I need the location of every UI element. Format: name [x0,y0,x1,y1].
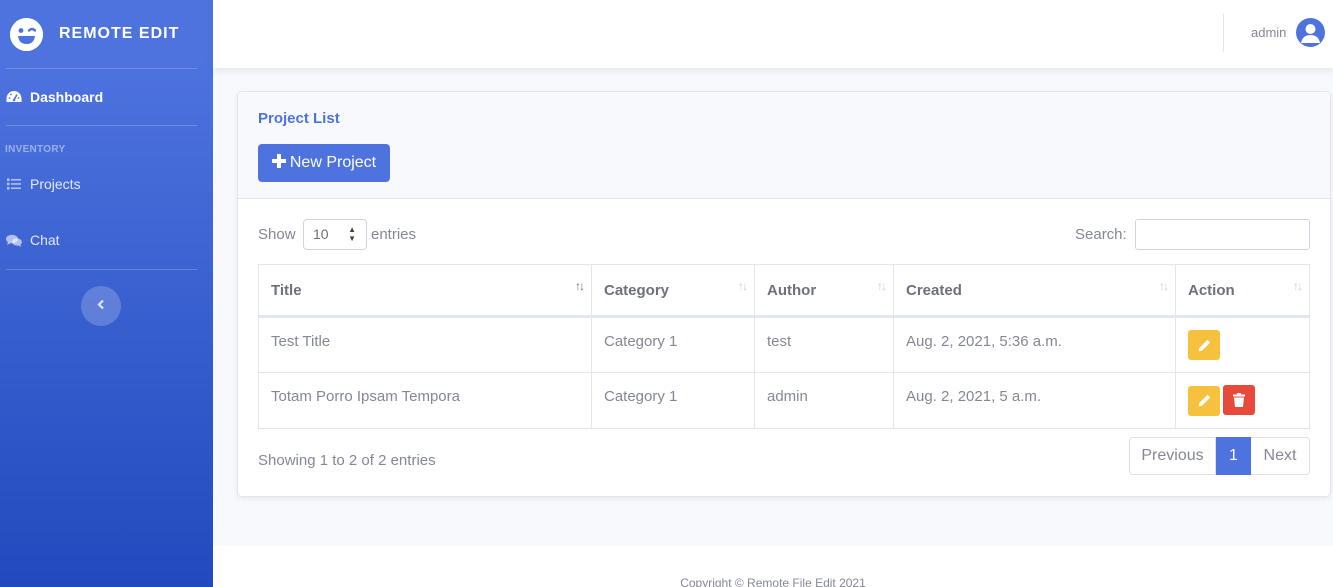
pagination: Previous 1 Next [1129,437,1310,475]
sidebar-toggle-button[interactable] [81,286,121,326]
cell-action [1175,316,1310,373]
card-title: Project List [258,110,340,127]
trash-icon [1233,393,1245,407]
sidebar-heading-wrap: INVENTORY [0,126,213,173]
cell-author: test [754,316,894,373]
sidebar-item-chat[interactable]: Chat [0,229,213,251]
delete-button[interactable] [1223,385,1255,415]
column-header-label: Created [906,281,962,299]
sort-icon: ↑↓ [1159,279,1169,293]
projects-table: Title ↑↓ Category ↑↓ Author ↑↓ Created ↑↓ Ac… [258,264,1310,429]
table-row: Totam Porro Ipsam Tempora Category 1 adm… [258,372,1310,429]
topbar: admin [213,0,1333,68]
table-header-row: Title ↑↓ Category ↑↓ Author ↑↓ Created ↑↓ Ac… [258,264,1310,318]
column-header-label: Title [271,281,302,299]
sidebar: REMOTE EDIT Dashboard INVENTORY Projects… [0,0,213,587]
sort-icon: ↑↓ [575,279,585,293]
entries-select[interactable]: 10 ▲ ▼ [303,219,367,250]
copyright-text: Copyright © Remote File Edit 2021 [680,576,866,587]
search-input[interactable] [1135,219,1310,250]
cell-action [1175,372,1310,429]
user-name[interactable]: admin [1251,25,1286,40]
column-header-author[interactable]: Author ↑↓ [754,264,894,318]
cell-category: Category 1 [591,372,755,429]
pagination-next[interactable]: Next [1251,437,1310,475]
pencil-icon [1198,339,1210,351]
project-list-card: Project List New Project Show 10 ▲ ▼ entr… [237,91,1331,497]
entries-label: entries [371,226,417,243]
sidebar-item-label: Projects [30,176,81,192]
sidebar-item-label: Dashboard [30,89,104,105]
table-row: Test Title Category 1 test Aug. 2, 2021,… [258,316,1310,373]
column-header-title[interactable]: Title ↑↓ [258,264,592,318]
tachometer-icon [6,89,22,105]
topbar-divider [1223,13,1224,52]
user-avatar-icon[interactable] [1296,18,1325,47]
sidebar-item-projects[interactable]: Projects [0,173,213,195]
sort-icon: ↑↓ [1293,279,1303,293]
cell-category: Category 1 [591,316,755,373]
cell-created: Aug. 2, 2021, 5:36 a.m. [893,316,1176,373]
chevron-left-icon [97,297,105,315]
table-info: Showing 1 to 2 of 2 entries [258,452,436,469]
column-header-category[interactable]: Category ↑↓ [591,264,755,318]
new-project-button[interactable]: New Project [258,144,390,182]
column-header-label: Action [1188,281,1235,299]
sidebar-item-label: Chat [30,232,60,248]
footer: Copyright © Remote File Edit 2021 [213,546,1333,587]
plus-icon [271,153,290,173]
sidebar-item-dashboard[interactable]: Dashboard [0,69,213,125]
show-label: Show [258,226,296,243]
card-header: Project List New Project [238,92,1330,199]
column-header-created[interactable]: Created ↑↓ [893,264,1176,318]
pagination-previous[interactable]: Previous [1129,437,1216,475]
cell-title: Totam Porro Ipsam Tempora [258,372,592,429]
column-header-label: Category [604,281,670,299]
new-project-label: New Project [289,154,377,171]
list-icon [6,176,22,192]
pencil-icon [1198,394,1210,407]
sort-icon: ↑↓ [738,279,748,293]
pagination-page-1[interactable]: 1 [1216,437,1251,475]
comments-icon [6,232,22,248]
laugh-wink-icon [10,17,43,51]
cell-created: Aug. 2, 2021, 5 a.m. [893,372,1176,429]
cell-author: admin [754,372,894,429]
column-header-label: Author [767,281,817,299]
search-label: Search: [1075,226,1127,243]
entries-select-value: 10 [313,226,329,242]
sidebar-divider [6,269,197,270]
sort-arrows-icon: ▲ ▼ [348,225,356,243]
brand-name: REMOTE EDIT [59,25,180,42]
sort-icon: ↑↓ [877,279,887,293]
column-header-action[interactable]: Action ↑↓ [1175,264,1310,318]
brand[interactable]: REMOTE EDIT [0,0,213,68]
cell-title: Test Title [258,316,592,373]
sidebar-heading-inventory: INVENTORY [5,144,66,155]
edit-button[interactable] [1188,385,1220,416]
edit-button[interactable] [1188,330,1220,360]
